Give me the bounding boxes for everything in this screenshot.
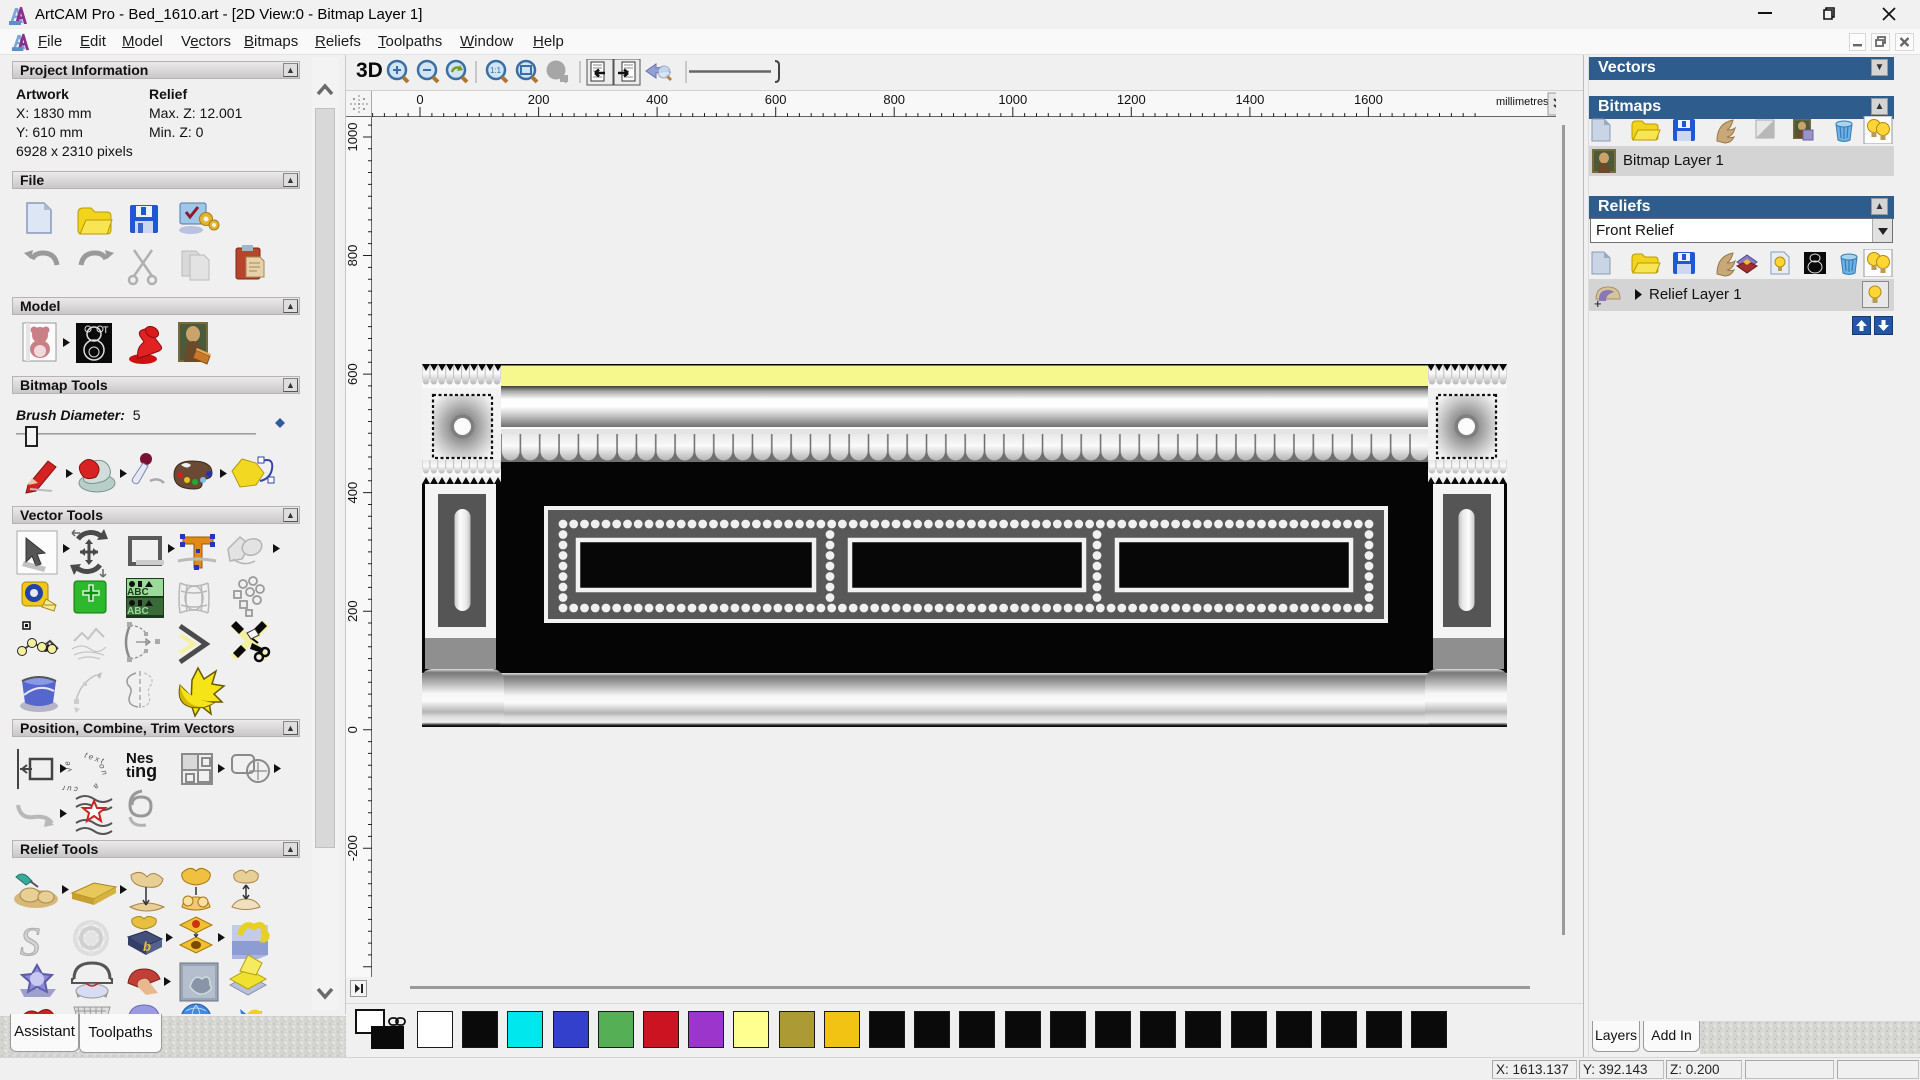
svg-text:ting: ting xyxy=(126,761,157,781)
svg-text:+: + xyxy=(1594,296,1602,309)
svg-text:c u r: c u r xyxy=(62,784,79,794)
svg-text:400: 400 xyxy=(346,482,360,504)
svg-text:200: 200 xyxy=(528,92,550,107)
svg-text:800: 800 xyxy=(883,92,905,107)
svg-text:S: S xyxy=(20,919,40,964)
svg-text:1200: 1200 xyxy=(1117,92,1146,107)
svg-text:millimetres: millimetres xyxy=(1496,96,1549,108)
svg-text:-200: -200 xyxy=(346,835,360,861)
svg-text:1000: 1000 xyxy=(998,92,1027,107)
svg-text:a: a xyxy=(91,782,101,792)
svg-text:0: 0 xyxy=(416,92,423,107)
svg-text:400: 400 xyxy=(646,92,668,107)
svg-text:1000: 1000 xyxy=(346,123,360,152)
svg-text:600: 600 xyxy=(346,363,360,385)
svg-text:b: b xyxy=(143,939,151,954)
svg-text:800: 800 xyxy=(346,245,360,267)
svg-text:ABC: ABC xyxy=(127,587,149,598)
svg-text:1600: 1600 xyxy=(1354,92,1383,107)
svg-text:600: 600 xyxy=(765,92,787,107)
svg-text:200: 200 xyxy=(346,600,360,622)
svg-text:v e: v e xyxy=(62,760,74,773)
svg-text:1400: 1400 xyxy=(1235,92,1264,107)
svg-text:o n: o n xyxy=(97,763,109,777)
svg-text:T: T xyxy=(103,325,109,335)
svg-text:1:1: 1:1 xyxy=(490,66,502,75)
svg-text:0: 0 xyxy=(346,726,360,733)
svg-text:ABC: ABC xyxy=(127,606,149,617)
